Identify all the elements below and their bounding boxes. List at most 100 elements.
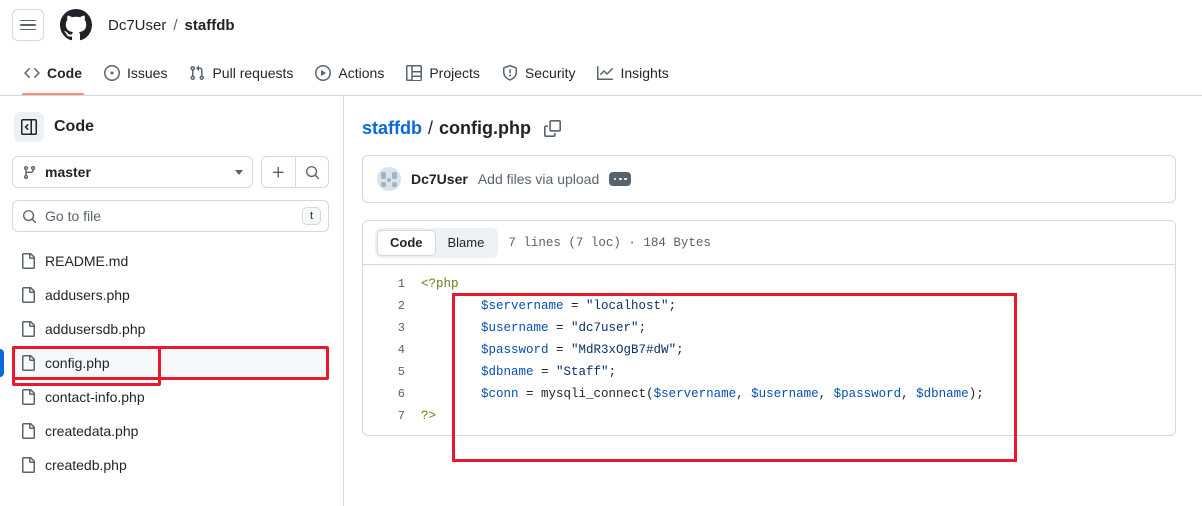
side-panel-icon[interactable] — [14, 112, 44, 142]
tab-issues[interactable]: Issues — [94, 51, 177, 95]
file-list-item[interactable]: createdb.php — [12, 448, 329, 482]
breadcrumb: Dc7User / staffdb — [108, 17, 235, 34]
file-list-item[interactable]: createdata.php — [12, 414, 329, 448]
line-number[interactable]: 4 — [363, 343, 421, 357]
code-token: , — [818, 387, 834, 401]
file-list-item[interactable]: addusersdb.php — [12, 312, 329, 346]
breadcrumb-separator: / — [428, 118, 434, 138]
file-list-item[interactable]: config.php — [0, 346, 329, 386]
search-icon[interactable] — [295, 157, 328, 187]
code-line-content[interactable]: $password = "MdR3xOgB7#dW"; — [421, 343, 684, 357]
tab-code[interactable]: Code — [14, 51, 92, 95]
code-lines-container: 1 <?php 2 $servername = "localhost"; 3 $use… — [363, 265, 1175, 427]
file-icon — [20, 355, 36, 371]
code-token: "dc7user" — [571, 321, 639, 335]
code-sidebar: Code master Go to file t README.md addus… — [0, 96, 344, 506]
file-tree-list: README.md addusers.php addusersdb.php confi… — [0, 244, 343, 482]
line-number[interactable]: 5 — [363, 365, 421, 379]
line-number[interactable]: 3 — [363, 321, 421, 335]
breadcrumb-owner[interactable]: Dc7User — [108, 17, 166, 34]
code-line-content[interactable]: $conn = mysqli_connect($servername, $use… — [421, 387, 984, 401]
breadcrumb-repo[interactable]: staffdb — [185, 17, 235, 34]
code-line-content[interactable]: $dbname = "Staff"; — [421, 365, 616, 379]
latest-commit-bar: Dc7User Add files via upload — [362, 155, 1176, 203]
search-input-placeholder: Go to file — [45, 208, 102, 224]
ellipsis-dot — [618, 177, 622, 181]
copy-path-icon[interactable] — [544, 120, 561, 137]
tab-actions-label: Actions — [338, 64, 385, 81]
code-token: $servername — [653, 387, 737, 401]
code-token: ); — [968, 387, 984, 401]
sidebar-header: Code — [0, 96, 343, 152]
code-token: $servername — [481, 299, 564, 313]
code-token: ?> — [421, 409, 437, 423]
hamburger-icon[interactable] — [12, 9, 44, 41]
breadcrumb-separator: / — [173, 16, 178, 34]
github-logo-icon[interactable] — [60, 9, 92, 41]
line-number[interactable]: 2 — [363, 299, 421, 313]
file-icon — [20, 287, 36, 303]
code-viewer-panel: Code Blame 7 lines (7 loc) · 184 Bytes 1… — [362, 220, 1176, 436]
sidebar-title: Code — [54, 118, 94, 135]
code-token: $password — [833, 387, 902, 401]
code-line-content[interactable]: <?php — [421, 277, 459, 291]
file-list-item-label: config.php — [45, 355, 110, 371]
code-line-content[interactable]: $servername = "localhost"; — [421, 299, 676, 313]
file-list-item-label: addusers.php — [45, 287, 130, 303]
commit-message[interactable]: Add files via upload — [478, 171, 599, 187]
code-token: $dbname — [916, 387, 969, 401]
avatar[interactable] — [377, 167, 401, 191]
ellipsis-icon[interactable] — [609, 172, 632, 186]
code-blame-toggle: Code Blame — [375, 227, 499, 258]
file-list-item[interactable]: addusers.php — [12, 278, 329, 312]
chevron-down-icon — [235, 169, 243, 175]
code-token: $dbname — [481, 365, 534, 379]
code-line: 3 $username = "dc7user"; — [363, 317, 1175, 339]
issue-opened-icon — [104, 64, 120, 81]
code-line: 1 <?php — [363, 273, 1175, 295]
file-breadcrumb: staffdb / config.php — [344, 96, 1202, 139]
code-token: = — [548, 321, 572, 335]
code-line-content[interactable]: ?> — [421, 409, 436, 423]
tab-security[interactable]: Security — [492, 51, 586, 95]
code-token: $password — [481, 343, 549, 357]
tab-code-label: Code — [47, 64, 82, 81]
tab-blame-view[interactable]: Blame — [436, 230, 497, 256]
file-icon — [20, 423, 36, 439]
tab-code-view[interactable]: Code — [377, 229, 436, 256]
tab-projects[interactable]: Projects — [396, 51, 490, 95]
sidebar-action-buttons — [261, 156, 329, 188]
line-number[interactable]: 7 — [363, 409, 421, 423]
code-line: 2 $servername = "localhost"; — [363, 295, 1175, 317]
code-line-content[interactable]: $username = "dc7user"; — [421, 321, 646, 335]
search-icon — [22, 209, 37, 224]
code-token: = — [563, 299, 587, 313]
file-list-item-label: createdb.php — [45, 457, 127, 473]
file-icon — [20, 389, 36, 405]
breadcrumb-file-name: config.php — [439, 118, 531, 138]
file-icon — [20, 321, 36, 337]
file-list-item[interactable]: contact-info.php — [12, 380, 329, 414]
file-meta-info: 7 lines (7 loc) · 184 Bytes — [508, 235, 711, 250]
tab-pull-requests[interactable]: Pull requests — [179, 51, 303, 95]
top-header-bar: Dc7User / staffdb — [0, 0, 1202, 50]
file-list-item-label: README.md — [45, 253, 129, 269]
commit-author[interactable]: Dc7User — [411, 171, 468, 187]
plus-icon[interactable] — [262, 157, 295, 187]
tab-security-label: Security — [524, 64, 576, 81]
branch-selector[interactable]: master — [12, 156, 253, 188]
hamburger-bar — [20, 19, 36, 22]
tab-insights-label: Insights — [620, 64, 669, 81]
tab-actions[interactable]: Actions — [305, 51, 394, 95]
code-line: 5 $dbname = "Staff"; — [363, 361, 1175, 383]
line-number[interactable]: 1 — [363, 277, 421, 291]
tab-insights[interactable]: Insights — [587, 51, 678, 95]
search-input[interactable]: Go to file t — [12, 200, 329, 232]
line-number[interactable]: 6 — [363, 387, 421, 401]
breadcrumb-repo-link[interactable]: staffdb — [362, 118, 422, 139]
file-list-item[interactable]: README.md — [12, 244, 329, 278]
file-icon — [20, 253, 36, 269]
file-list-item-label: addusersdb.php — [45, 321, 146, 337]
